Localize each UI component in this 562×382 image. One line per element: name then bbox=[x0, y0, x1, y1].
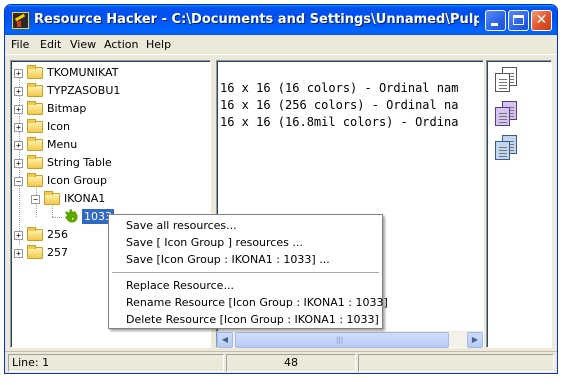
menu-item-save-group[interactable]: Save [ Icon Group ] resources ... bbox=[126, 236, 303, 249]
tree-item-label: IKONA1 bbox=[64, 192, 106, 205]
code-line: 16 x 16 (256 colors) - Ordinal na bbox=[220, 98, 459, 112]
scroll-left-button[interactable]: ◀ bbox=[217, 332, 233, 348]
collapse-icon[interactable]: − bbox=[31, 195, 40, 204]
status-empty bbox=[358, 354, 554, 372]
menu-edit[interactable]: Edit bbox=[40, 38, 61, 51]
close-icon: ✕ bbox=[535, 12, 548, 28]
tree-item-tkomunikat[interactable]: + TKOMUNIKAT bbox=[11, 65, 201, 81]
resource-gear-icon bbox=[64, 206, 79, 225]
title-bar[interactable]: Resource Hacker - C:\Documents and Setti… bbox=[5, 5, 557, 35]
tree-item-typzasobu1[interactable]: + TYPZASOBU1 bbox=[11, 83, 201, 99]
expand-icon[interactable]: + bbox=[14, 249, 23, 258]
icon-image-purple[interactable] bbox=[495, 101, 517, 127]
scroll-thumb[interactable]: ||| bbox=[235, 332, 449, 348]
tree-item-bitmap[interactable]: + Bitmap bbox=[11, 101, 201, 117]
folder-icon bbox=[27, 101, 43, 115]
expand-icon[interactable]: + bbox=[14, 69, 23, 78]
menu-item-replace[interactable]: Replace Resource... bbox=[126, 279, 234, 292]
tree-item-label: Icon bbox=[47, 120, 70, 133]
grip-icon: ||| bbox=[336, 336, 344, 344]
tree-item-label: TKOMUNIKAT bbox=[47, 66, 119, 79]
expand-icon[interactable]: + bbox=[14, 231, 23, 240]
menu-separator bbox=[112, 272, 379, 273]
tree-item-label: 256 bbox=[47, 228, 68, 241]
scroll-right-button[interactable]: ▶ bbox=[467, 332, 483, 348]
expand-icon[interactable]: + bbox=[14, 141, 23, 150]
window-title: Resource Hacker - C:\Documents and Setti… bbox=[34, 12, 479, 27]
expand-icon[interactable]: + bbox=[14, 105, 23, 114]
tree-item-menu[interactable]: + Menu bbox=[11, 137, 201, 153]
tree-item-label: String Table bbox=[47, 156, 112, 169]
folder-icon bbox=[27, 83, 43, 97]
folder-icon bbox=[27, 137, 43, 151]
folder-icon bbox=[27, 65, 43, 79]
tree-item-label: TYPZASOBU1 bbox=[47, 84, 121, 97]
menu-view[interactable]: View bbox=[70, 38, 96, 51]
minimize-icon bbox=[491, 23, 498, 26]
tree-item-label: Icon Group bbox=[47, 174, 107, 187]
folder-icon bbox=[27, 227, 43, 241]
tree-item-label: 257 bbox=[47, 246, 68, 259]
maximize-button[interactable] bbox=[508, 10, 529, 31]
menu-item-delete[interactable]: Delete Resource [Icon Group : IKONA1 : 1… bbox=[126, 313, 379, 326]
menu-file[interactable]: File bbox=[11, 38, 29, 51]
status-line: Line: 1 bbox=[8, 354, 224, 372]
tree-item-label: Bitmap bbox=[47, 102, 87, 115]
horizontal-scrollbar[interactable]: ◀ ||| ▶ bbox=[217, 331, 483, 348]
menu-help[interactable]: Help bbox=[146, 38, 171, 51]
status-count: 48 bbox=[226, 354, 356, 372]
minimize-button[interactable] bbox=[485, 10, 506, 31]
tree-item-label: Menu bbox=[47, 138, 78, 151]
status-bar: Line: 1 48 bbox=[5, 351, 557, 373]
maximize-icon bbox=[513, 15, 524, 25]
expand-icon[interactable]: + bbox=[14, 159, 23, 168]
icon-preview-pane[interactable] bbox=[486, 60, 552, 348]
icon-image-gray[interactable] bbox=[495, 67, 517, 93]
app-icon[interactable] bbox=[12, 12, 29, 29]
context-menu: Save all resources... Save [ Icon Group … bbox=[108, 214, 388, 329]
expand-icon[interactable]: + bbox=[14, 123, 23, 132]
code-line: 16 x 16 (16.8mil colors) - Ordina bbox=[220, 115, 459, 129]
open-folder-icon bbox=[27, 173, 43, 187]
tree-item-string-table[interactable]: + String Table bbox=[11, 155, 201, 171]
tree-item-icon[interactable]: + Icon bbox=[11, 119, 201, 135]
collapse-icon[interactable]: − bbox=[14, 177, 23, 186]
folder-icon bbox=[27, 245, 43, 259]
close-button[interactable]: ✕ bbox=[531, 10, 552, 31]
menu-item-save-all[interactable]: Save all resources... bbox=[126, 219, 237, 232]
folder-icon bbox=[27, 119, 43, 133]
tree-item-ikona1[interactable]: − IKONA1 bbox=[11, 191, 201, 207]
menu-action[interactable]: Action bbox=[104, 38, 138, 51]
expand-icon[interactable]: + bbox=[14, 87, 23, 96]
icon-image-blue[interactable] bbox=[495, 135, 517, 161]
main-window: Resource Hacker - C:\Documents and Setti… bbox=[4, 4, 558, 374]
open-folder-icon bbox=[44, 191, 60, 205]
menu-item-save-resource[interactable]: Save [Icon Group : IKONA1 : 1033] ... bbox=[126, 253, 330, 266]
menu-item-rename[interactable]: Rename Resource [Icon Group : IKONA1 : 1… bbox=[126, 296, 388, 309]
code-line: 16 x 16 (16 colors) - Ordinal nam bbox=[220, 81, 459, 95]
menu-bar: File Edit View Action Help bbox=[5, 35, 557, 55]
folder-icon bbox=[27, 155, 43, 169]
tree-item-icon-group[interactable]: − Icon Group bbox=[11, 173, 201, 189]
